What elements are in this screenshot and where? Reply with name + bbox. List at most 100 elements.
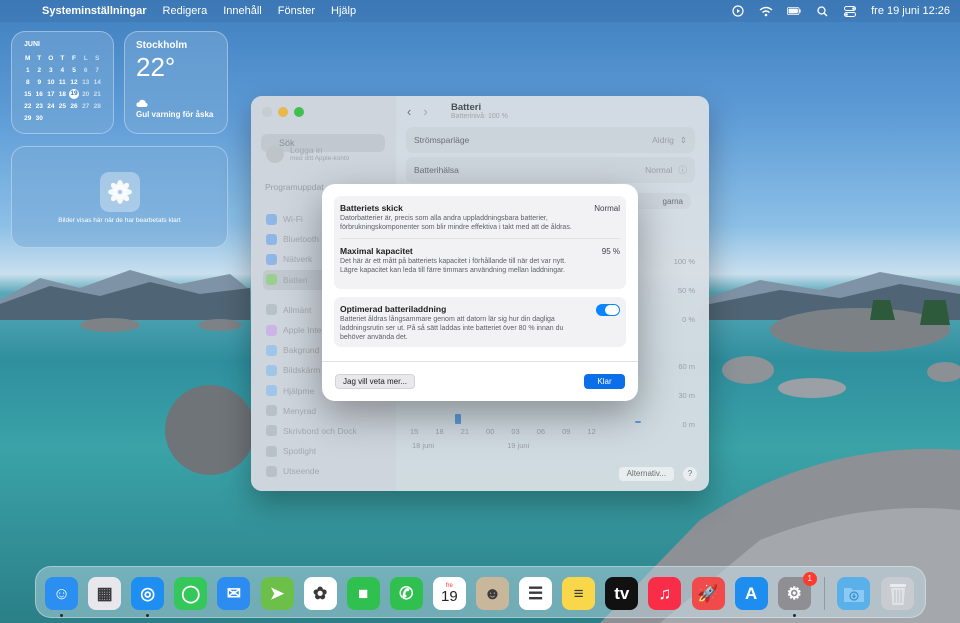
calendar-day[interactable]: 30 bbox=[34, 112, 46, 124]
sidebar-item-spotlight[interactable]: Spotlight bbox=[263, 441, 388, 461]
maps-icon[interactable]: ➤ bbox=[260, 577, 294, 610]
apple-account-login[interactable]: Logga in med ditt Apple-konto bbox=[266, 145, 349, 163]
downloads-folder-icon[interactable] bbox=[837, 577, 870, 610]
calendar-day-number: 5 bbox=[72, 66, 76, 74]
calendar-day[interactable]: 14 bbox=[91, 76, 103, 88]
level-axis-50: 50 % bbox=[677, 286, 695, 295]
calendar-day[interactable]: 1 bbox=[22, 64, 34, 76]
wifi-icon[interactable] bbox=[759, 5, 773, 17]
sidebar-item-menyrad[interactable]: Menyrad bbox=[263, 401, 388, 421]
control-center-icon[interactable] bbox=[843, 5, 857, 17]
calendar-day[interactable]: 15 bbox=[22, 88, 34, 100]
menu-innehall[interactable]: Innehåll bbox=[223, 5, 262, 17]
notes-icon[interactable]: ≡ bbox=[562, 577, 596, 610]
mail-icon[interactable]: ✉ bbox=[217, 577, 251, 610]
messages-icon[interactable]: ◯ bbox=[174, 577, 208, 610]
appstore-icon[interactable]: A bbox=[734, 577, 768, 610]
calendar-day[interactable]: 28 bbox=[91, 100, 103, 112]
calendar-day[interactable]: 20 bbox=[80, 88, 92, 100]
calendar-day[interactable] bbox=[91, 112, 103, 124]
calendar-day[interactable]: 9 bbox=[34, 76, 46, 88]
back-arrow-icon[interactable]: ‹ bbox=[407, 104, 411, 119]
trash-icon[interactable] bbox=[881, 577, 914, 610]
tv-icon[interactable]: tv bbox=[605, 577, 639, 610]
calendar-day[interactable]: 11 bbox=[57, 76, 69, 88]
sidebar-item-skrivbord-och-dock[interactable]: Skrivbord och Dock bbox=[263, 421, 388, 441]
play-status-icon[interactable] bbox=[731, 5, 745, 17]
menu-redigera[interactable]: Redigera bbox=[163, 5, 208, 17]
calendar-day[interactable]: 12 bbox=[68, 76, 80, 88]
zoom-button[interactable] bbox=[294, 107, 304, 117]
safari-icon[interactable]: ◎ bbox=[131, 577, 165, 610]
calendar-day[interactable]: 22 bbox=[22, 100, 34, 112]
menu-hjalp[interactable]: Hjälp bbox=[331, 5, 356, 17]
photos-widget[interactable]: Bilder visas här när de har bearbetats k… bbox=[11, 146, 228, 248]
calendar-day[interactable] bbox=[80, 112, 92, 124]
facetime-icon[interactable]: ■ bbox=[346, 577, 380, 610]
rocket-icon[interactable]: 🚀 bbox=[691, 577, 725, 610]
battery-health-value: Normal bbox=[645, 165, 673, 175]
launchpad-icon[interactable]: ▦ bbox=[88, 577, 122, 610]
dock-icon-glyph: ◎ bbox=[140, 583, 156, 603]
calendar-day[interactable]: 4 bbox=[57, 64, 69, 76]
menu-datetime[interactable]: fre 19 juni 12:26 bbox=[871, 5, 950, 17]
help-button[interactable]: ? bbox=[683, 467, 697, 481]
reminders-icon[interactable]: ☰ bbox=[519, 577, 553, 610]
calendar-day[interactable]: 5 bbox=[68, 64, 80, 76]
calendar-day[interactable]: 6 bbox=[80, 64, 92, 76]
phone-icon[interactable]: ✆ bbox=[389, 577, 423, 610]
options-button[interactable]: Alternativ... bbox=[618, 467, 674, 481]
calendar-day[interactable]: 17 bbox=[45, 88, 57, 100]
learn-more-button[interactable]: Jag vill veta mer... bbox=[335, 374, 416, 389]
calendar-day[interactable]: 10 bbox=[45, 76, 57, 88]
weather-widget[interactable]: Stockholm 22° Gul varning för åska bbox=[124, 31, 228, 134]
done-button[interactable]: Klar bbox=[584, 374, 625, 389]
optimized-charging-card: Optimerad batteriladdning Batteriet åldr… bbox=[334, 297, 626, 347]
calendar-day[interactable]: 2 bbox=[34, 64, 46, 76]
menu-fonster[interactable]: Fönster bbox=[278, 5, 315, 17]
music-icon[interactable]: ♫ bbox=[648, 577, 682, 610]
battery-status-icon[interactable] bbox=[787, 5, 801, 17]
calendar-day[interactable]: 21 bbox=[91, 88, 103, 100]
low-power-mode-row[interactable]: Strömsparläge Aldrig ⇕ bbox=[406, 127, 695, 153]
finder-icon[interactable]: ☺ bbox=[45, 577, 78, 610]
calendar-day[interactable]: 26 bbox=[68, 100, 80, 112]
calendar-day[interactable]: 3 bbox=[45, 64, 57, 76]
forward-arrow-icon[interactable]: › bbox=[423, 104, 427, 119]
calendar-day[interactable]: 23 bbox=[34, 100, 46, 112]
calendar-day[interactable] bbox=[68, 112, 80, 124]
battery-health-row[interactable]: Batterihälsa Normal ⓘ bbox=[406, 157, 695, 183]
calendar-day[interactable]: 18 bbox=[57, 88, 69, 100]
calendar-day[interactable] bbox=[57, 112, 69, 124]
menu-app-name[interactable]: Systeminställningar bbox=[42, 5, 147, 17]
spotlight-search-icon[interactable] bbox=[815, 5, 829, 17]
sidebar-item-utseende[interactable]: Utseende bbox=[263, 461, 388, 481]
gear-icon[interactable]: ⚙ 1 bbox=[777, 572, 817, 610]
calendar-day[interactable] bbox=[45, 112, 57, 124]
optimized-charging-toggle[interactable] bbox=[596, 304, 620, 316]
calendar-day[interactable]: 24 bbox=[45, 100, 57, 112]
calendar-day[interactable]: 27 bbox=[80, 100, 92, 112]
calendar-day[interactable]: 19 bbox=[68, 88, 80, 100]
x-tick: 21 bbox=[460, 427, 470, 436]
sheet-divider bbox=[322, 361, 638, 362]
minimize-button[interactable] bbox=[278, 107, 288, 117]
calendar-day[interactable]: 7 bbox=[91, 64, 103, 76]
window-controls bbox=[262, 107, 304, 117]
contacts-icon[interactable]: ☻ bbox=[476, 577, 509, 610]
photos-icon[interactable]: ✿ bbox=[303, 577, 337, 610]
calendar-day[interactable]: 25 bbox=[57, 100, 69, 112]
calendar-day[interactable]: 13 bbox=[80, 76, 92, 88]
close-button[interactable] bbox=[262, 107, 272, 117]
calendar-day[interactable]: 29 bbox=[22, 112, 34, 124]
dock-icon-glyph: ✉ bbox=[226, 583, 242, 603]
info-icon[interactable]: ⓘ bbox=[678, 164, 687, 176]
calendar-day[interactable]: 16 bbox=[34, 88, 46, 100]
low-power-value[interactable]: Aldrig bbox=[652, 135, 674, 145]
battery-condition-item: Batteriets skick Datorbatterier är, prec… bbox=[340, 196, 620, 238]
calendar-day[interactable]: 8 bbox=[22, 76, 34, 88]
dock-icon-glyph: ➤ bbox=[269, 583, 285, 603]
calendar-widget[interactable]: JUNI M T O T F L S 1 2 3 4 5 6 7 8 9 10 11 12 13 14 15… bbox=[11, 31, 114, 134]
calendar-icon[interactable]: fre 19 bbox=[432, 577, 466, 610]
software-update-item[interactable]: Programuppdat bbox=[265, 182, 324, 192]
